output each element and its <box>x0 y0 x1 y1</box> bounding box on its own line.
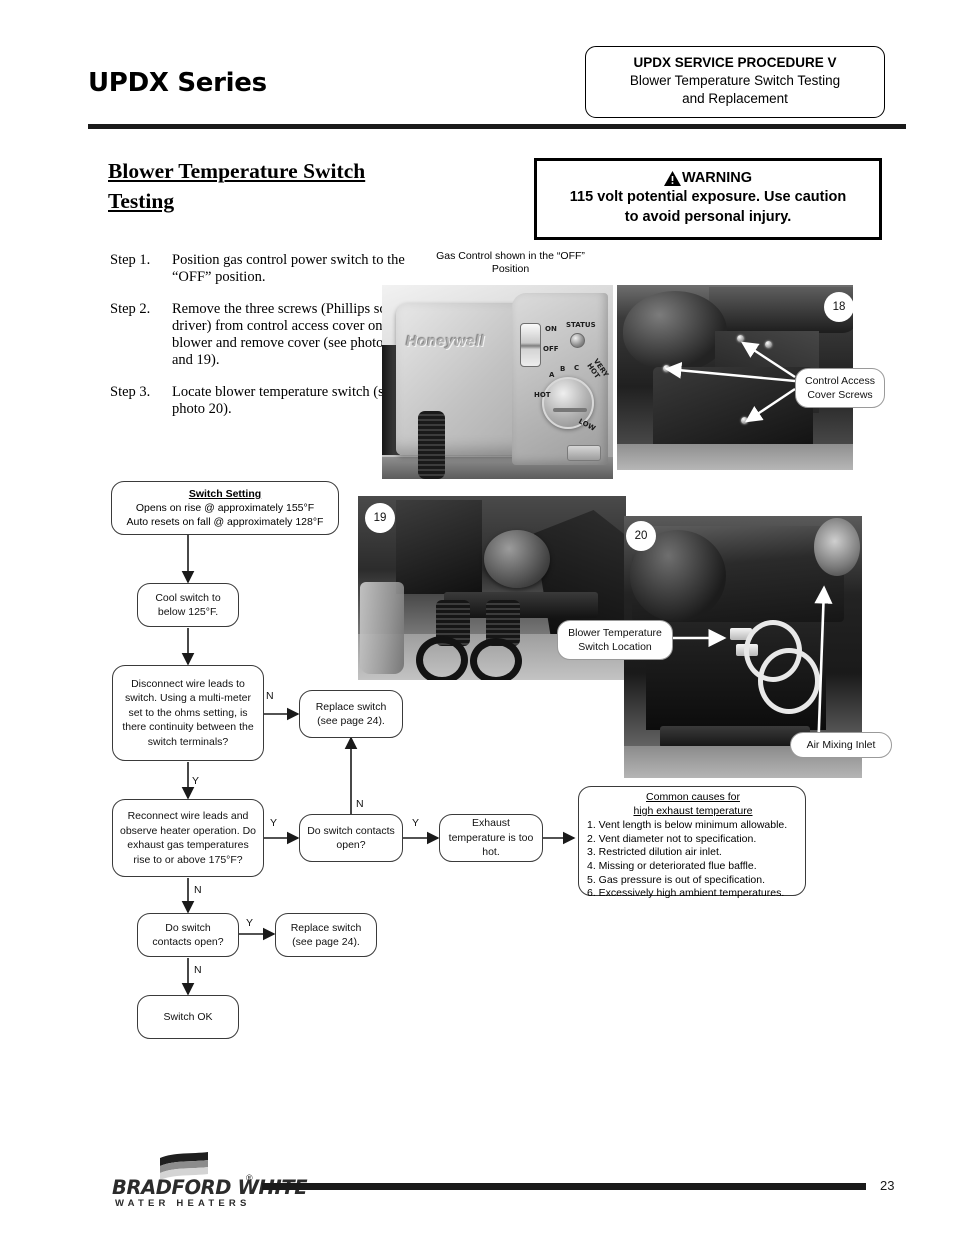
cause-item: 4. Missing or deteriorated flue baffle. <box>587 859 757 872</box>
cause-item: 2. Vent diameter not to specification. <box>587 832 757 845</box>
callout-line2: Cover Screws <box>807 389 873 401</box>
causes-head-line2: high exhaust temperature <box>633 804 753 817</box>
callout-blower-temperature-switch-location: Blower Temperature Switch Location <box>557 620 673 660</box>
registered-trademark-icon: ® <box>246 1173 253 1183</box>
flow-node-replace-switch-top: Replace switch (see page 24). <box>299 690 403 738</box>
switch-setting-line1: Opens on rise @ approximately 155°F <box>135 502 315 514</box>
flow-label-y4: Y <box>246 917 254 929</box>
flow-node-cool-switch: Cool switch to below 125°F. <box>137 583 239 627</box>
cause-item: 6. Excessively high ambient temperatures… <box>587 887 785 900</box>
flow-node-reconnect-wire-leads: Reconnect wire leads and observe heater … <box>112 799 264 877</box>
flow-label-y1: Y <box>192 775 200 787</box>
flow-node-exhaust-too-hot: Exhaust temperature is too hot. <box>439 814 543 862</box>
flow-label-n2: N <box>356 798 364 810</box>
callout-line1: Control Access <box>804 375 876 387</box>
callout-control-access-cover-screws: Control Access Cover Screws <box>795 368 885 408</box>
flow-label-n3: N <box>194 884 202 896</box>
footer-divider <box>262 1183 866 1190</box>
cause-item: 3. Restricted dilution air inlet. <box>587 846 722 859</box>
photo-badge-19: 19 <box>365 503 395 533</box>
switch-setting-title: Switch Setting <box>188 488 262 500</box>
flow-node-disconnect-wire-leads: Disconnect wire leads to switch. Using a… <box>112 665 264 761</box>
flow-label-y3: Y <box>412 817 420 829</box>
switch-setting-line2: Auto resets on fall @ approximately 128°… <box>126 516 324 528</box>
flow-label-n4: N <box>194 964 202 976</box>
callout-line1: Blower Temperature <box>568 627 662 639</box>
callout-air-mixing-inlet: Air Mixing Inlet <box>790 732 892 758</box>
flow-node-contacts-open-mid: Do switch contacts open? <box>299 814 403 862</box>
photo-badge-18: 18 <box>824 292 854 322</box>
flow-node-switch-ok: Switch OK <box>137 995 239 1039</box>
common-causes-box: Common causes for high exhaust temperatu… <box>578 786 806 899</box>
causes-head-line1: Common causes for <box>646 791 740 803</box>
flow-node-contacts-open-low: Do switch contacts open? <box>137 913 239 957</box>
page-number: 23 <box>880 1178 895 1193</box>
footer-tagline: WATER HEATERS <box>115 1198 251 1209</box>
photo-badge-20: 20 <box>626 521 656 551</box>
flow-label-y2: Y <box>270 817 278 829</box>
callout-text: Air Mixing Inlet <box>806 739 876 751</box>
flow-label-n1: N <box>266 690 274 702</box>
cause-item: 1. Vent length is below minimum allowabl… <box>587 819 788 832</box>
callout-line2: Switch Location <box>578 641 652 653</box>
cause-item: 5. Gas pressure is out of specification. <box>587 873 766 886</box>
causes-list: 1. Vent length is below minimum allowabl… <box>587 819 799 901</box>
switch-setting-box: Switch Setting Opens on rise @ approxima… <box>111 481 339 535</box>
flow-node-replace-switch-bottom: Replace switch (see page 24). <box>275 913 377 957</box>
